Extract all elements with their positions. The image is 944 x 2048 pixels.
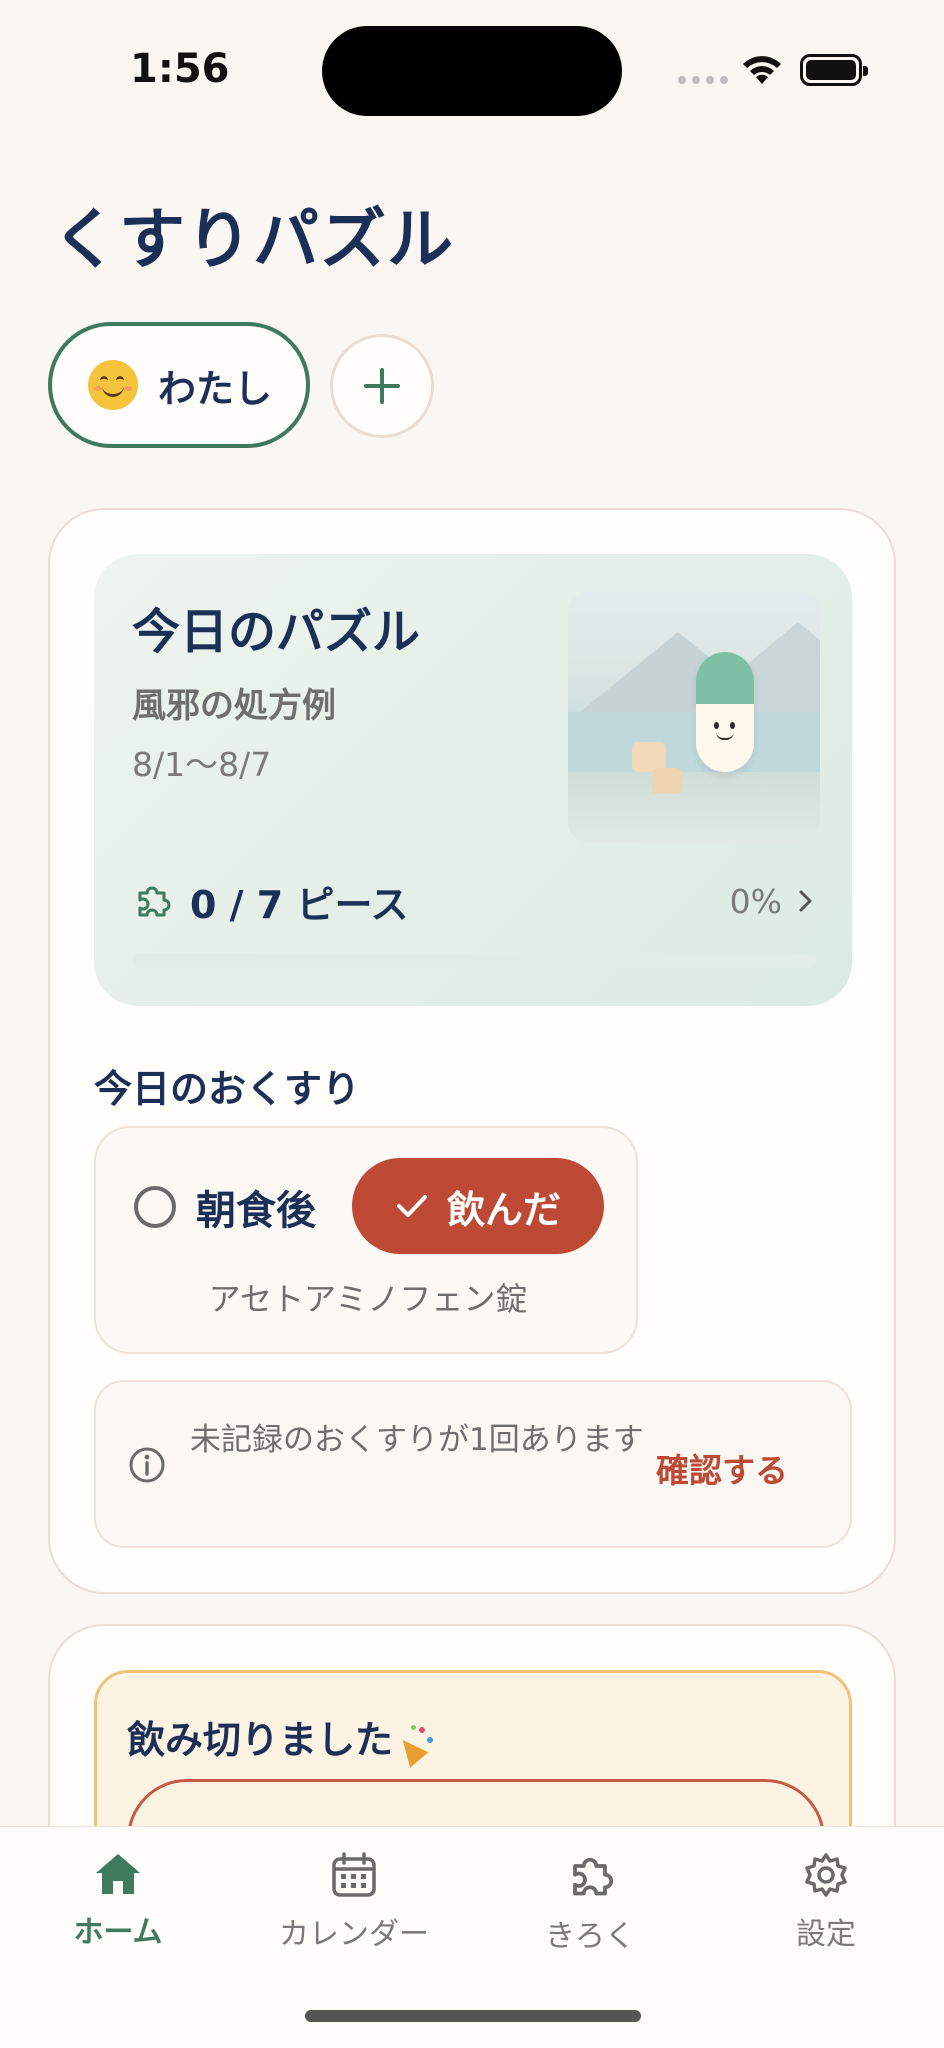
confirm-link[interactable]: 確認する (656, 1444, 788, 1492)
today-medicine-heading: 今日のおくすり (94, 1067, 361, 1111)
prescription-name: 風邪の処方例 (132, 686, 336, 726)
app-title: くすりパズル (52, 201, 454, 278)
puzzle-title: 今日のパズル (132, 604, 421, 660)
capsule-mascot-illustration (696, 652, 754, 772)
puzzle-banner[interactable]: 今日のパズル 風邪の処方例 8/1〜8/7 0 / 7 ピース 0% (94, 554, 852, 1006)
finished-title-row: 飲み切りました (127, 1709, 435, 1768)
took-button-label: 飲んだ (446, 1187, 561, 1232)
took-medicine-button[interactable]: 飲んだ (352, 1158, 604, 1254)
info-icon (129, 1447, 165, 1483)
checkmark-icon (396, 1195, 427, 1217)
puzzle-piece-icon (138, 886, 171, 917)
prescription-dates: 8/1〜8/7 (132, 745, 272, 784)
today-card: 今日のパズル 風邪の処方例 8/1〜8/7 0 / 7 ピース 0% 今日のおく… (48, 508, 896, 1594)
wifi-icon (743, 56, 781, 84)
tab-label: 設定 (796, 1917, 856, 1952)
dose-card: 朝食後 飲んだ アセトアミノフェン錠 (94, 1126, 638, 1354)
progress-percent: 0% (729, 881, 782, 921)
status-time: 1:56 (130, 46, 230, 92)
finished-title: 飲み切りました (127, 1718, 394, 1762)
puzzle-image (568, 592, 820, 842)
calendar-icon (332, 1852, 376, 1897)
tab-home[interactable]: ホーム (28, 1851, 208, 1971)
medicine-name: アセトアミノフェン錠 (208, 1280, 528, 1318)
puzzle-piece-icon (573, 1857, 614, 1896)
home-indicator (305, 2010, 641, 2022)
cellular-signal-icon (678, 76, 728, 84)
battery-icon (800, 54, 868, 86)
notice-text: 未記録のおくすりが1回あります (190, 1422, 644, 1458)
status-bar: 1:56 (0, 0, 944, 140)
tab-label: カレンダー (279, 1917, 429, 1952)
pieces-count: 0 / 7 ピース (190, 882, 409, 927)
puzzle-progress-row: 0 / 7 ピース 0% (132, 876, 816, 927)
tab-calendar[interactable]: カレンダー (264, 1851, 444, 1971)
dose-check-radio[interactable] (134, 1186, 176, 1228)
gear-icon (805, 1853, 847, 1897)
smiling-face-icon (88, 360, 138, 410)
dose-time-label: 朝食後 (196, 1188, 316, 1234)
profile-name: わたし (158, 366, 273, 411)
progress-bar (132, 954, 816, 968)
tab-settings[interactable]: 設定 (736, 1851, 916, 1971)
dynamic-island (322, 26, 622, 116)
house-icon (96, 1854, 140, 1894)
chevron-right-icon (799, 890, 812, 912)
tab-records[interactable]: きろく (500, 1851, 680, 1971)
unrecorded-notice: 未記録のおくすりが1回あります 確認する (94, 1380, 852, 1548)
profile-chip-active[interactable]: わたし (48, 322, 310, 448)
plus-icon (364, 368, 400, 404)
tab-label: きろく (545, 1919, 635, 1954)
add-profile-button[interactable] (330, 334, 434, 438)
tab-label: ホーム (73, 1915, 163, 1950)
party-popper-icon (393, 1723, 435, 1768)
